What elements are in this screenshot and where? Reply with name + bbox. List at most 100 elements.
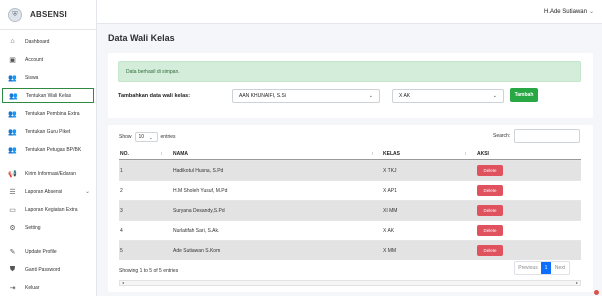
sidebar-item-label: Tentukan Petugas BP/BK <box>25 146 82 153</box>
chevron-down-icon: ⌄ <box>368 93 373 99</box>
table-info: Showing 1 to 5 of 5 entries <box>119 268 179 274</box>
table-row: 3 Suryana Desandy,S.Pd XI MM Delete <box>119 200 581 220</box>
entries-length-select[interactable]: 10 ⌄ <box>134 132 158 142</box>
sidebar-item-ganti-password[interactable]: ⛊ Ganti Password <box>0 262 96 277</box>
user-cog-icon: 👥 <box>8 128 17 136</box>
sidebar-item-label: Kirim Informasi/Edaran <box>25 170 76 177</box>
users-icon: 👥 <box>8 74 17 82</box>
table-body: 1 Hadikotul Husna, S.Pd X TKJ Delete 2 H.M Sh… <box>119 160 581 260</box>
delete-button[interactable]: Delete <box>477 225 503 236</box>
cell-aksi: Delete <box>477 205 503 216</box>
cell-kelas: XI MM <box>383 207 398 214</box>
page-title: Data Wali Kelas <box>108 33 175 43</box>
form-label: Tambahkan data wali kelas: <box>118 93 191 99</box>
sidebar-item-label: Account <box>25 56 44 63</box>
teacher-select-value: AAN KHUNAIFI, S.Si <box>239 93 286 99</box>
chevron-down-icon: ⌄ <box>588 9 594 15</box>
cell-aksi: Delete <box>477 185 503 196</box>
cell-no: 3 <box>120 207 123 214</box>
id-card-icon: ▣ <box>9 56 16 64</box>
cell-nama: Ade Sutiawan S.Kom <box>173 247 221 254</box>
horizontal-scrollbar[interactable]: ◂ ▸ <box>119 280 581 286</box>
sidebar-item-tentukan-pembina-extra[interactable]: 👥 Tentukan Pembina Extra <box>0 106 96 121</box>
user-cog-icon: 👥 <box>8 146 17 154</box>
teacher-select[interactable]: AAN KHUNAIFI, S.Si ⌄ <box>232 89 380 103</box>
cell-no: 2 <box>120 187 123 194</box>
brand[interactable]: ⛨ ABSENSI <box>0 0 96 30</box>
brand-name: ABSENSI <box>30 10 67 19</box>
table-header-row: NO. ⁝ NAMA ⁝ KELAS ⁝ AKSI <box>119 148 581 160</box>
sidebar-item-label: Ganti Password <box>25 266 61 273</box>
megaphone-icon: 📢 <box>8 170 17 178</box>
user-menu[interactable]: H.Ade Sutiawan ⌄ <box>544 8 594 15</box>
pagination: Previous 1 Next <box>514 261 570 275</box>
delete-button[interactable]: Delete <box>477 205 503 216</box>
sidebar-item-tentukan-guru-piket[interactable]: 👥 Tentukan Guru Piket <box>0 124 96 139</box>
sidebar-item-label: Keluar <box>25 284 40 291</box>
cell-nama: Nurlatifah Sari, S.Ak. <box>173 227 220 234</box>
sidebar-item-tentukan-petugas-bp-bk[interactable]: 👥 Tentukan Petugas BP/BK <box>0 142 96 157</box>
header-aksi[interactable]: AKSI <box>477 151 489 157</box>
class-select[interactable]: X AK ⌄ <box>392 89 504 103</box>
entries-length-control: Show 10 ⌄ entries <box>119 132 176 142</box>
add-button[interactable]: Tambah <box>510 88 538 102</box>
delete-button[interactable]: Delete <box>477 185 503 196</box>
sidebar-item-kirim-informasi-edaran[interactable]: 📢 Kirim Informasi/Edaran <box>0 166 96 181</box>
alert-text: Data berhasil di simpan. <box>126 68 180 75</box>
gear-icon: ⚙ <box>9 224 16 232</box>
sidebar-item-siswa[interactable]: 👥 Siswa <box>0 70 96 85</box>
cell-aksi: Delete <box>477 225 503 236</box>
form-card: Data berhasil di simpan. Tambahkan data … <box>108 53 593 118</box>
sidebar-item-label: Setting <box>25 224 41 231</box>
delete-button[interactable]: Delete <box>477 165 503 176</box>
sidebar-menu: ⌂ Dashboard ▣ Account 👥 Siswa 👥 Tentukan Wali K… <box>0 30 96 295</box>
sidebar-item-keluar[interactable]: ⇥ Keluar <box>0 280 96 295</box>
shield-icon: ⛊ <box>9 265 16 273</box>
entries-label: entries <box>160 134 176 140</box>
sidebar-item-laporan-kegiatan-extra[interactable]: ▭ Laporan Kegiatan Extra <box>0 202 96 217</box>
scroll-right-icon[interactable]: ▸ <box>576 280 578 285</box>
sidebar-item-label: Tentukan Pembina Extra <box>25 110 80 117</box>
user-cog-icon: 👥 <box>8 110 17 118</box>
sidebar-item-setting[interactable]: ⚙ Setting <box>0 220 96 235</box>
list-icon: ☰ <box>9 188 16 196</box>
sidebar-item-update-profile[interactable]: ✎ Update Profile <box>0 244 96 259</box>
sidebar: ⛨ ABSENSI ⌂ Dashboard ▣ Account 👥 Siswa 👥 Tentu… <box>0 0 97 296</box>
sidebar-item-label: Tentukan Wali Kelas <box>26 92 72 99</box>
header-kelas[interactable]: KELAS <box>383 151 400 157</box>
topbar: H.Ade Sutiawan ⌄ <box>97 0 602 24</box>
header-nama[interactable]: NAMA <box>173 151 188 157</box>
chevron-down-icon: ⌄ <box>492 93 497 99</box>
cell-nama: H.M Sholeh Yusuf, M.Pd <box>173 187 228 194</box>
next-page-button[interactable]: Next <box>551 262 569 274</box>
search-label: Search: <box>493 133 511 139</box>
sidebar-item-label: Tentukan Guru Piket <box>25 128 71 135</box>
cell-nama: Hadikotul Husna, S.Pd <box>173 167 224 174</box>
header-no[interactable]: NO. <box>120 151 129 157</box>
sidebar-item-label: Dashboard <box>25 38 50 45</box>
cell-kelas: X MM <box>383 247 397 254</box>
sidebar-item-dashboard[interactable]: ⌂ Dashboard <box>0 34 96 49</box>
cell-aksi: Delete <box>477 245 503 256</box>
cell-no: 4 <box>120 227 123 234</box>
image-icon: ▭ <box>9 206 16 214</box>
table-row: 5 Ade Sutiawan S.Kom X MM Delete <box>119 240 581 260</box>
sidebar-item-laporan-absensi[interactable]: ☰ Laporan Absensi ⌄ <box>0 184 96 199</box>
delete-button[interactable]: Delete <box>477 245 503 256</box>
search-input[interactable] <box>514 129 580 143</box>
cell-kelas: X TKJ <box>383 167 397 174</box>
user-edit-icon: ✎ <box>9 248 16 256</box>
sidebar-item-tentukan-wali-kelas[interactable]: 👥 Tentukan Wali Kelas <box>2 88 94 103</box>
cell-kelas: X AP1 <box>383 187 397 194</box>
chevron-down-icon: ⌄ <box>149 134 153 140</box>
sidebar-item-label: Laporan Absensi <box>25 188 63 195</box>
success-alert: Data berhasil di simpan. <box>118 61 581 82</box>
notification-dot <box>594 290 599 295</box>
sidebar-item-account[interactable]: ▣ Account <box>0 52 96 67</box>
table-card: Show 10 ⌄ entries Search: NO. ⁝ NAMA ⁝ KE… <box>108 125 593 292</box>
scroll-left-icon[interactable]: ◂ <box>122 280 124 285</box>
entries-length-value: 10 <box>138 134 145 140</box>
chevron-down-icon: ⌄ <box>84 189 90 195</box>
previous-page-button[interactable]: Previous <box>515 262 541 274</box>
page-1-button[interactable]: 1 <box>541 262 551 274</box>
